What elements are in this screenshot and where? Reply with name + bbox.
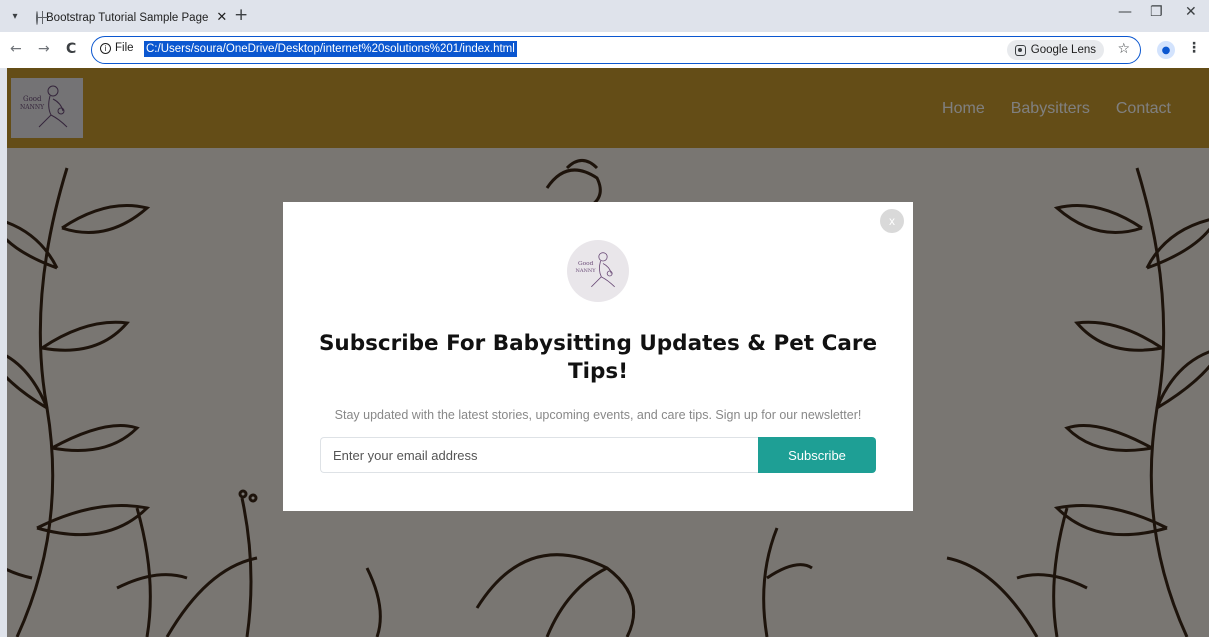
google-lens-label: Google Lens (1030, 44, 1096, 56)
address-bar[interactable]: i File C:/Users/soura/OneDrive/Desktop/i… (91, 36, 1141, 64)
minimize-button[interactable]: — (1118, 4, 1132, 20)
info-icon: i (100, 42, 111, 54)
google-lens-button[interactable]: Google Lens (1006, 40, 1104, 60)
modal-logo-text-2: NANNY (576, 268, 597, 274)
globe-icon (36, 10, 49, 25)
browser-tab[interactable]: Bootstrap Tutorial Sample Page ✕ (30, 3, 227, 32)
tab-title: Bootstrap Tutorial Sample Page (46, 11, 209, 24)
person-icon: ● (1161, 44, 1171, 56)
subscribe-button[interactable]: Subscribe (758, 437, 876, 473)
page-viewport: Good NANNY Home Babysitters Contact (7, 68, 1209, 637)
url-text[interactable]: C:/Users/soura/OneDrive/Desktop/internet… (144, 41, 517, 57)
forward-button[interactable]: → (38, 41, 50, 57)
modal-description: Stay updated with the latest stories, up… (334, 408, 862, 422)
new-tab-button[interactable]: + (234, 5, 248, 25)
tab-close-icon[interactable]: ✕ (216, 10, 227, 25)
reload-button[interactable]: C (66, 41, 76, 57)
profile-avatar[interactable]: ● (1157, 41, 1175, 59)
lens-icon (1014, 44, 1026, 56)
tab-search-icon[interactable]: ▾ (4, 6, 26, 26)
modal-title: Subscribe For Babysitting Updates & Pet … (318, 331, 878, 384)
browser-menu-icon[interactable]: ⋮ (1187, 40, 1201, 56)
browser-tab-strip: ▾ Bootstrap Tutorial Sample Page ✕ + — ❐… (0, 0, 1209, 32)
back-button[interactable]: ← (10, 41, 22, 57)
bookmark-star-icon[interactable]: ☆ (1117, 41, 1130, 57)
modal-logo-text-1: Good (578, 261, 594, 267)
email-input[interactable] (320, 437, 758, 473)
site-info-chip[interactable]: i File (100, 42, 134, 54)
browser-toolbar: ← → C i File C:/Users/soura/OneDrive/Des… (0, 32, 1209, 68)
modal-logo: Good NANNY (567, 240, 629, 302)
restore-button[interactable]: ❐ (1150, 4, 1163, 20)
site-info-label: File (115, 42, 134, 54)
nanny-logo-icon: Good NANNY (576, 252, 615, 288)
window-close-button[interactable]: ✕ (1185, 4, 1197, 20)
modal-close-button[interactable]: x (880, 209, 904, 233)
subscribe-modal: x Good NANNY Subscribe For Babysitting U… (283, 202, 913, 511)
